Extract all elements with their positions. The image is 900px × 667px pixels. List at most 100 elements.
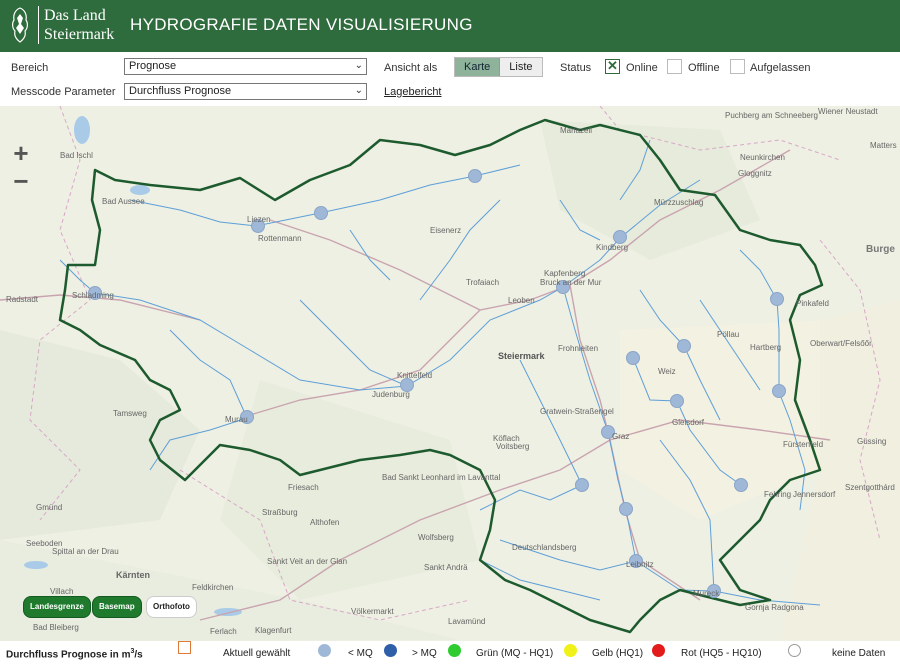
station-marker[interactable] [314, 206, 328, 220]
place-label: Bad Sankt Leonhard im Lavanttal [382, 473, 501, 482]
view-karte-button[interactable]: Karte [455, 58, 501, 76]
place-label: Friesach [288, 483, 319, 492]
place-label: Kindberg [596, 243, 628, 252]
place-label: Fehring [764, 490, 791, 499]
place-label: Gloggnitz [738, 169, 772, 178]
view-liste-button[interactable]: Liste [500, 58, 542, 76]
map-view[interactable]: Bad Ischl Bad Aussee Liezen Rottenmann R… [0, 106, 900, 641]
place-label: Pinkafeld [796, 299, 829, 308]
zoom-in-button[interactable]: + [6, 140, 36, 167]
map-canvas[interactable]: Bad Ischl Bad Aussee Liezen Rottenmann R… [0, 106, 900, 641]
aktuell-swatch [178, 641, 191, 654]
place-label: Jennersdorf [793, 490, 836, 499]
station-marker[interactable] [613, 230, 627, 244]
status-label: Status [560, 62, 592, 74]
station-marker[interactable] [677, 339, 691, 353]
messcode-select[interactable]: Durchfluss Prognose ⌄ [124, 83, 367, 100]
legend-rot: Rot (HQ5 - HQ10) [681, 648, 762, 659]
place-label: Tamsweg [113, 409, 147, 418]
gelb-swatch [564, 644, 577, 657]
orthofoto-button[interactable]: Orthofoto [146, 596, 197, 618]
place-label: Trofaiach [466, 278, 499, 287]
station-marker[interactable] [670, 394, 684, 408]
place-label: Liezen [247, 215, 271, 224]
station-marker[interactable] [468, 169, 482, 183]
place-label: Kapfenberg [544, 269, 585, 278]
station-marker[interactable] [734, 478, 748, 492]
place-label: Klagenfurt [255, 626, 292, 635]
legend-bar: Durchfluss Prognose in m3/s Aktuell gewä… [0, 641, 900, 667]
landesgrenze-button[interactable]: Landesgrenze [23, 596, 91, 618]
place-label: Weiz [658, 367, 676, 376]
steiermark-panther-icon [12, 7, 28, 43]
online-checkbox[interactable] [605, 58, 620, 74]
legend-title-tail: /s [134, 649, 143, 661]
lagebericht-link[interactable]: Lagebericht [384, 86, 442, 98]
place-label: Bad Bleiberg [33, 623, 79, 632]
place-label: Bruck an der Mur [540, 278, 602, 287]
aufgelassen-label: Aufgelassen [750, 62, 811, 74]
chevron-down-icon: ⌄ [354, 60, 363, 71]
place-label: Leibnitz [626, 560, 654, 569]
offline-checkbox[interactable] [667, 59, 682, 74]
messcode-label: Messcode Parameter [11, 86, 116, 98]
messcode-value: Durchfluss Prognose [129, 85, 232, 97]
station-marker[interactable] [626, 351, 640, 365]
place-label: Völkermarkt [351, 607, 394, 616]
bereich-select[interactable]: Prognose ⌄ [124, 58, 367, 75]
logo-line-1: Das Land [44, 7, 106, 24]
basemap-button[interactable]: Basemap [92, 596, 142, 618]
online-label: Online [626, 62, 658, 74]
place-label: Deutschlandsberg [512, 543, 576, 552]
legend-gruen: Grün (MQ - HQ1) [476, 648, 554, 659]
place-label: Leoben [508, 296, 535, 305]
station-marker[interactable] [770, 292, 784, 306]
place-label: Lavamünd [448, 617, 485, 626]
place-label: Sankt Andrä [424, 563, 468, 572]
place-label: Ferlach [210, 627, 237, 636]
legend-lt-mq: < MQ [348, 648, 373, 659]
place-label: Frohnleiten [558, 344, 598, 353]
region-label: Burge [866, 244, 895, 255]
logo: Das Land Steiermark [8, 4, 114, 46]
place-label: Mürzzuschlag [654, 198, 703, 207]
place-label: Straßburg [262, 508, 298, 517]
place-label: Bad Ischl [60, 151, 93, 160]
page-title: HYDROGRAFIE DATEN VISUALISIERUNG [130, 15, 473, 34]
place-label: Graz [612, 432, 629, 441]
chevron-down-icon: ⌄ [354, 85, 363, 96]
place-label: Spittal an der Drau [52, 547, 119, 556]
place-label: Althofen [310, 518, 339, 527]
logo-wordmark: Das Land Steiermark [38, 6, 114, 44]
place-label: Oberwart/Felsőőr [810, 339, 872, 348]
zoom-out-button[interactable]: − [6, 168, 36, 195]
station-marker[interactable] [619, 502, 633, 516]
place-label: Matters [870, 141, 897, 150]
aufgelassen-checkbox[interactable] [730, 59, 745, 74]
place-label: Mariazell [560, 126, 592, 135]
view-toggle: Karte Liste [454, 57, 543, 77]
legend-title: Durchfluss Prognose in m3/s [6, 648, 143, 660]
legend-title-main: Durchfluss Prognose in m [6, 649, 131, 661]
ansicht-label: Ansicht als [384, 62, 438, 74]
place-label: Schladming [72, 291, 114, 300]
offline-label: Offline [688, 62, 720, 74]
place-label: Murau [225, 415, 248, 424]
bereich-label: Bereich [11, 62, 49, 74]
place-label: Villach [50, 587, 73, 596]
place-label: Hartberg [750, 343, 781, 352]
legend-gt-mq: > MQ [412, 648, 437, 659]
station-marker[interactable] [772, 384, 786, 398]
place-label: Gleisdorf [672, 418, 705, 427]
station-marker[interactable] [575, 478, 589, 492]
gt-mq-swatch [384, 644, 397, 657]
place-label: Wiener Neustadt [818, 107, 878, 116]
place-label: Güssing [857, 437, 886, 446]
place-label: Knittelfeld [397, 371, 432, 380]
place-label: Puchberg am Schneeberg [725, 111, 818, 120]
place-label: Voitsberg [496, 442, 529, 451]
place-label: Gmünd [36, 503, 62, 512]
place-label: Neunkirchen [740, 153, 785, 162]
legend-aktuell: Aktuell gewählt [223, 648, 291, 659]
bereich-value: Prognose [129, 60, 177, 72]
